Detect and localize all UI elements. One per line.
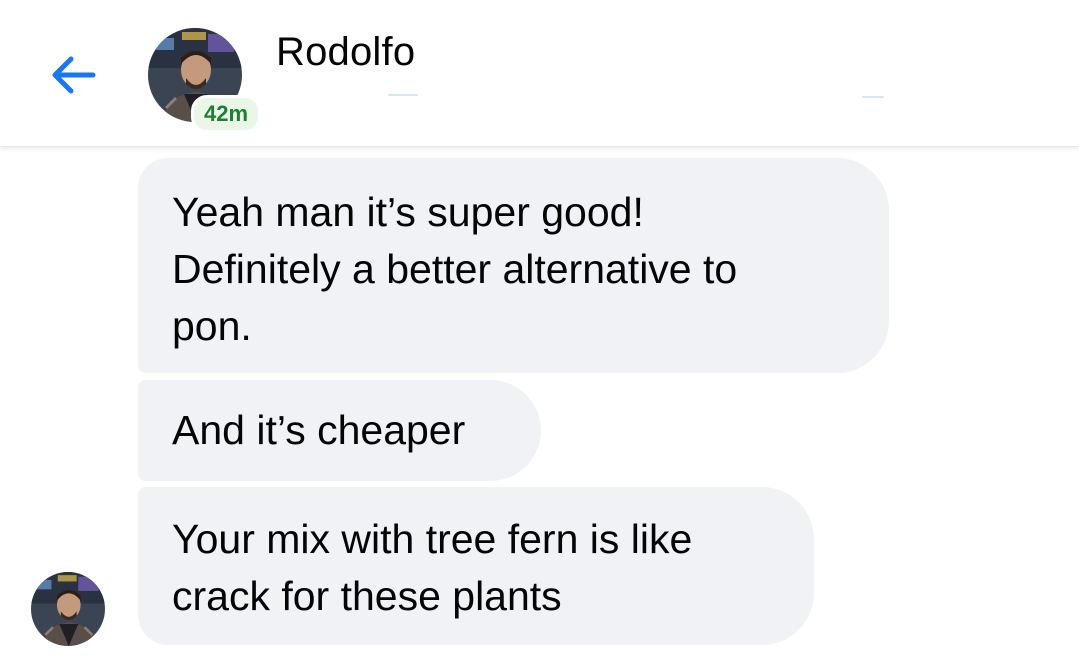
message-text-line: pon. <box>172 303 252 349</box>
contact-name[interactable]: Rodolfo <box>276 30 415 75</box>
profile-photo-icon <box>31 572 105 646</box>
message-bubble[interactable]: And it’s cheaper <box>138 380 541 481</box>
active-status-badge: 42m <box>191 95 262 133</box>
message-text-line: Yeah man it’s super good! <box>172 189 644 235</box>
message-text-line: Your mix with tree fern is like <box>172 516 693 562</box>
header-divider-fragment <box>862 96 884 98</box>
chat-screen: 42m Rodolfo Yeah man it’s super good! De… <box>0 0 1079 665</box>
arrow-left-icon <box>52 56 96 94</box>
message-text-line: Definitely a better alternative to <box>172 246 738 292</box>
message-bubble[interactable]: Yeah man it’s super good! Definitely a b… <box>138 158 889 373</box>
header-divider-fragment <box>388 94 418 96</box>
message-text-line: crack for these plants <box>172 573 562 619</box>
message-text-line: And it’s cheaper <box>172 407 466 453</box>
back-button[interactable] <box>38 45 108 105</box>
sender-avatar[interactable] <box>31 572 105 646</box>
message-bubble[interactable]: Your mix with tree fern is like crack fo… <box>138 487 814 645</box>
chat-header: 42m Rodolfo <box>0 0 1079 147</box>
